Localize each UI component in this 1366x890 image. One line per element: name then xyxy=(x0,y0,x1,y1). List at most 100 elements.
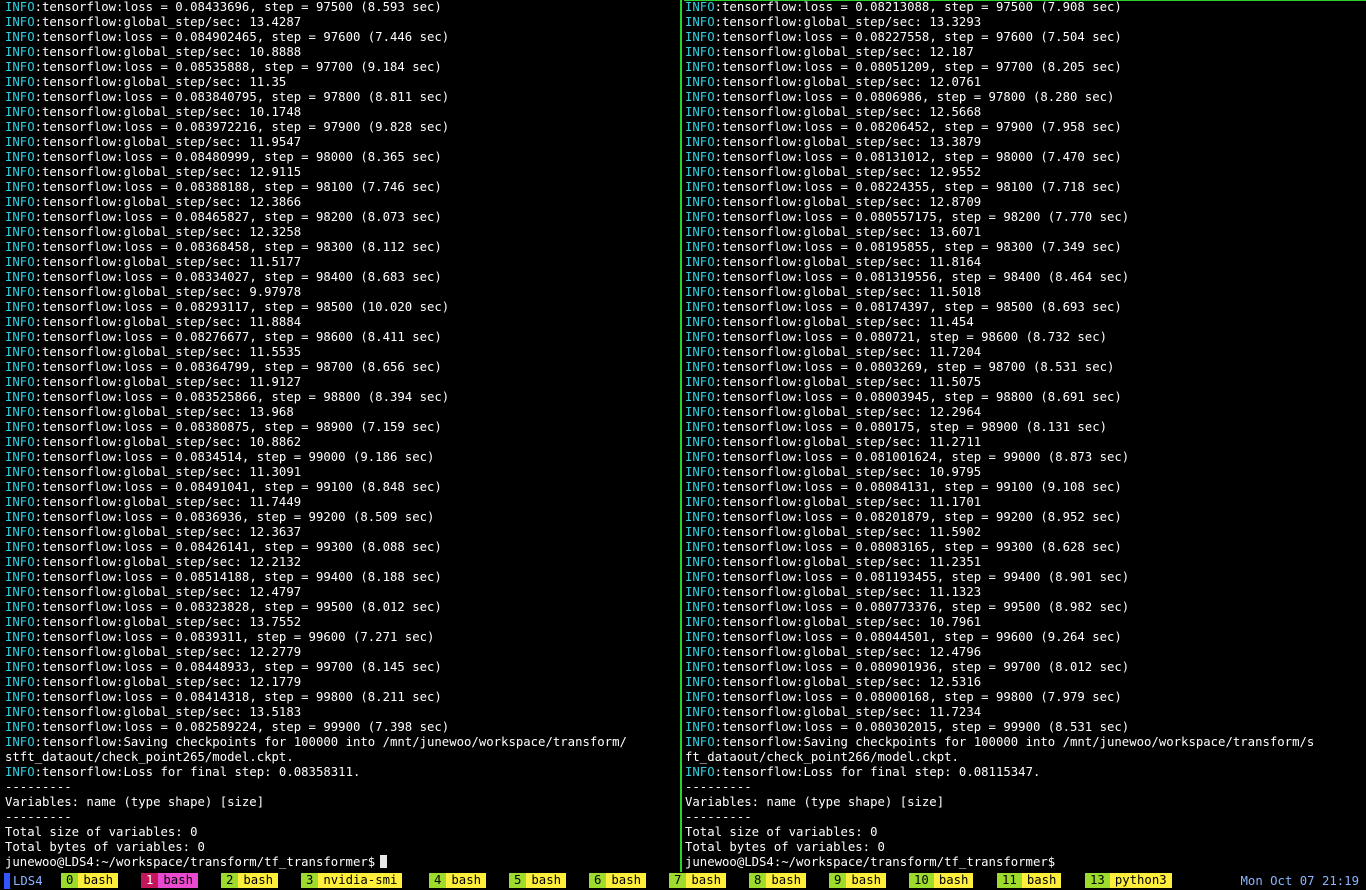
window-tab-7[interactable]: 7 bash xyxy=(669,873,727,888)
line-text: :tensorflow:loss = 0.08174397, step = 98… xyxy=(714,300,1122,314)
window-tab-2[interactable]: 2 bash xyxy=(221,873,279,888)
log-level: INFO xyxy=(685,450,715,464)
window-name: bash xyxy=(238,873,279,888)
log-level: INFO xyxy=(5,195,35,209)
terminal-line: INFO:tensorflow:global_step/sec: 12.187 xyxy=(685,45,1366,60)
line-text: :tensorflow:loss = 0.083840795, step = 9… xyxy=(34,90,450,104)
log-level: INFO xyxy=(5,555,35,569)
line-text: :tensorflow:global_step/sec: 11.5075 xyxy=(714,375,982,389)
right-terminal-pane[interactable]: INFO :tensorflow:loss = 0.08213088, step … xyxy=(684,0,1366,872)
terminal-line: INFO:tensorflow:loss = 0.08448933, step … xyxy=(5,660,680,675)
terminal-line: INFO:tensorflow:Loss for final step: 0.0… xyxy=(5,765,680,780)
log-level: INFO xyxy=(685,75,715,89)
line-text: Total bytes of variables: 0 xyxy=(5,840,205,854)
window-tab-5[interactable]: 5 bash xyxy=(509,873,567,888)
window-tab-9[interactable]: 9 bash xyxy=(829,873,887,888)
log-level: INFO xyxy=(5,570,35,584)
terminal-line: INFO:tensorflow:global_step/sec: 11.1701 xyxy=(685,495,1366,510)
terminal-line: INFO:tensorflow:loss = 0.080302015, step… xyxy=(685,720,1366,735)
line-text: :tensorflow:global_step/sec: 11.9127 xyxy=(34,375,302,389)
terminal-line: INFO:tensorflow:loss = 0.08213088, step … xyxy=(685,0,1366,15)
log-level: INFO xyxy=(685,420,715,434)
terminal-line: --------- xyxy=(5,810,680,825)
terminal-line: INFO:tensorflow:loss = 0.08174397, step … xyxy=(685,300,1366,315)
terminal-line: INFO:tensorflow:loss = 0.08388188, step … xyxy=(5,180,680,195)
line-text: :tensorflow:global_step/sec: 12.3866 xyxy=(34,195,302,209)
terminal-line: INFO:tensorflow:loss = 0.08227558, step … xyxy=(685,30,1366,45)
log-level: INFO xyxy=(5,525,35,539)
window-tab-10[interactable]: 10 bash xyxy=(909,873,974,888)
line-text: :tensorflow:global_step/sec: 12.187 xyxy=(714,45,974,59)
line-text: :tensorflow:loss = 0.08433696, step = 97… xyxy=(34,0,442,14)
log-level: INFO xyxy=(685,570,715,584)
log-level: INFO xyxy=(5,720,35,734)
terminal-line: INFO:tensorflow:loss = 0.080175, step = … xyxy=(685,420,1366,435)
line-text: :tensorflow:global_step/sec: 11.35 xyxy=(34,75,287,89)
log-level: INFO xyxy=(5,240,35,254)
line-text: :tensorflow:loss = 0.08131012, step = 98… xyxy=(714,150,1122,164)
window-tab-4[interactable]: 4 bash xyxy=(429,873,487,888)
log-level: INFO xyxy=(5,30,35,44)
line-text: :tensorflow:global_step/sec: 12.3258 xyxy=(34,225,302,239)
terminal-line: Variables: name (type shape) [size] xyxy=(5,795,680,810)
tmux-screen: INFO :tensorflow:loss = 0.08433696, step … xyxy=(0,0,1366,890)
line-text: :tensorflow:loss = 0.08213088, step = 97… xyxy=(714,0,1122,14)
log-level: INFO xyxy=(685,540,715,554)
window-tab-13[interactable]: 13 python3 xyxy=(1085,873,1172,888)
window-tab-6[interactable]: 6 bash xyxy=(589,873,647,888)
log-level: INFO xyxy=(5,585,35,599)
line-text: :tensorflow:loss = 0.0836936, step = 992… xyxy=(34,510,435,524)
terminal-line: --------- xyxy=(685,810,1366,825)
terminal-line: INFO:tensorflow:loss = 0.08224355, step … xyxy=(685,180,1366,195)
log-level: INFO xyxy=(685,330,715,344)
right-pane-output: INFO :tensorflow:loss = 0.08213088, step … xyxy=(685,0,1366,870)
left-pane-output: INFO :tensorflow:loss = 0.08433696, step … xyxy=(5,0,680,870)
log-level: INFO xyxy=(5,90,35,104)
log-level: INFO xyxy=(5,420,35,434)
window-name: bash xyxy=(78,873,119,888)
log-level: INFO xyxy=(685,90,715,104)
pane-divider[interactable] xyxy=(680,0,682,872)
terminal-line: INFO:tensorflow:global_step/sec: 11.1323 xyxy=(685,585,1366,600)
window-name: bash xyxy=(933,873,974,888)
line-text: :tensorflow:global_step/sec: 11.8164 xyxy=(714,255,982,269)
terminal-line: INFO:tensorflow:loss = 0.08276677, step … xyxy=(5,330,680,345)
line-text: :tensorflow:loss = 0.08535888, step = 97… xyxy=(34,60,442,74)
line-text: :tensorflow:global_step/sec: 10.7961 xyxy=(714,615,982,629)
line-text: :tensorflow:global_step/sec: 12.5316 xyxy=(714,675,982,689)
left-terminal-pane[interactable]: INFO :tensorflow:loss = 0.08433696, step … xyxy=(0,0,680,872)
line-text: :tensorflow:global_step/sec: 12.9552 xyxy=(714,165,982,179)
terminal-line: INFO:tensorflow:Saving checkpoints for 1… xyxy=(5,735,680,750)
log-level: INFO xyxy=(5,705,35,719)
line-text: :tensorflow:global_step/sec: 12.1779 xyxy=(34,675,302,689)
window-index: 11 xyxy=(997,873,1022,888)
terminal-line: INFO:tensorflow:global_step/sec: 12.0761 xyxy=(685,75,1366,90)
window-tab-3[interactable]: 3 nvidia-smi xyxy=(301,873,403,888)
log-level: INFO xyxy=(5,405,35,419)
terminal-line: INFO:tensorflow:loss = 0.08426141, step … xyxy=(5,540,680,555)
line-text: :tensorflow:loss = 0.0834514, step = 990… xyxy=(34,450,435,464)
log-level: INFO xyxy=(5,45,35,59)
log-level: INFO xyxy=(685,675,715,689)
terminal-line: INFO:tensorflow:global_step/sec: 11.8164 xyxy=(685,255,1366,270)
line-text: :tensorflow:loss = 0.08426141, step = 99… xyxy=(34,540,442,554)
window-tab-8[interactable]: 8 bash xyxy=(749,873,807,888)
line-text: ft_dataout/check_point266/model.ckpt. xyxy=(685,750,959,764)
terminal-line: INFO:tensorflow:global_step/sec: 11.2351 xyxy=(685,555,1366,570)
window-tab-11[interactable]: 11 bash xyxy=(997,873,1062,888)
line-text: :tensorflow:global_step/sec: 11.3091 xyxy=(34,465,302,479)
log-level: INFO xyxy=(685,735,715,749)
line-text: :tensorflow:global_step/sec: 11.5535 xyxy=(34,345,302,359)
terminal-line: INFO:tensorflow:global_step/sec: 12.4797 xyxy=(5,585,680,600)
log-level: INFO xyxy=(5,510,35,524)
log-level: INFO xyxy=(685,30,715,44)
window-tab-0[interactable]: 0 bash xyxy=(61,873,119,888)
terminal-line: INFO:tensorflow:loss = 0.083840795, step… xyxy=(5,90,680,105)
log-level: INFO xyxy=(685,360,715,374)
window-tab-1[interactable]: 1 bash xyxy=(141,873,199,888)
window-name: bash xyxy=(606,873,647,888)
log-level: INFO xyxy=(685,375,715,389)
line-text: :tensorflow:loss = 0.080175, step = 9890… xyxy=(714,420,1108,434)
line-text: :tensorflow:global_step/sec: 12.4796 xyxy=(714,645,982,659)
window-name: python3 xyxy=(1109,873,1172,888)
